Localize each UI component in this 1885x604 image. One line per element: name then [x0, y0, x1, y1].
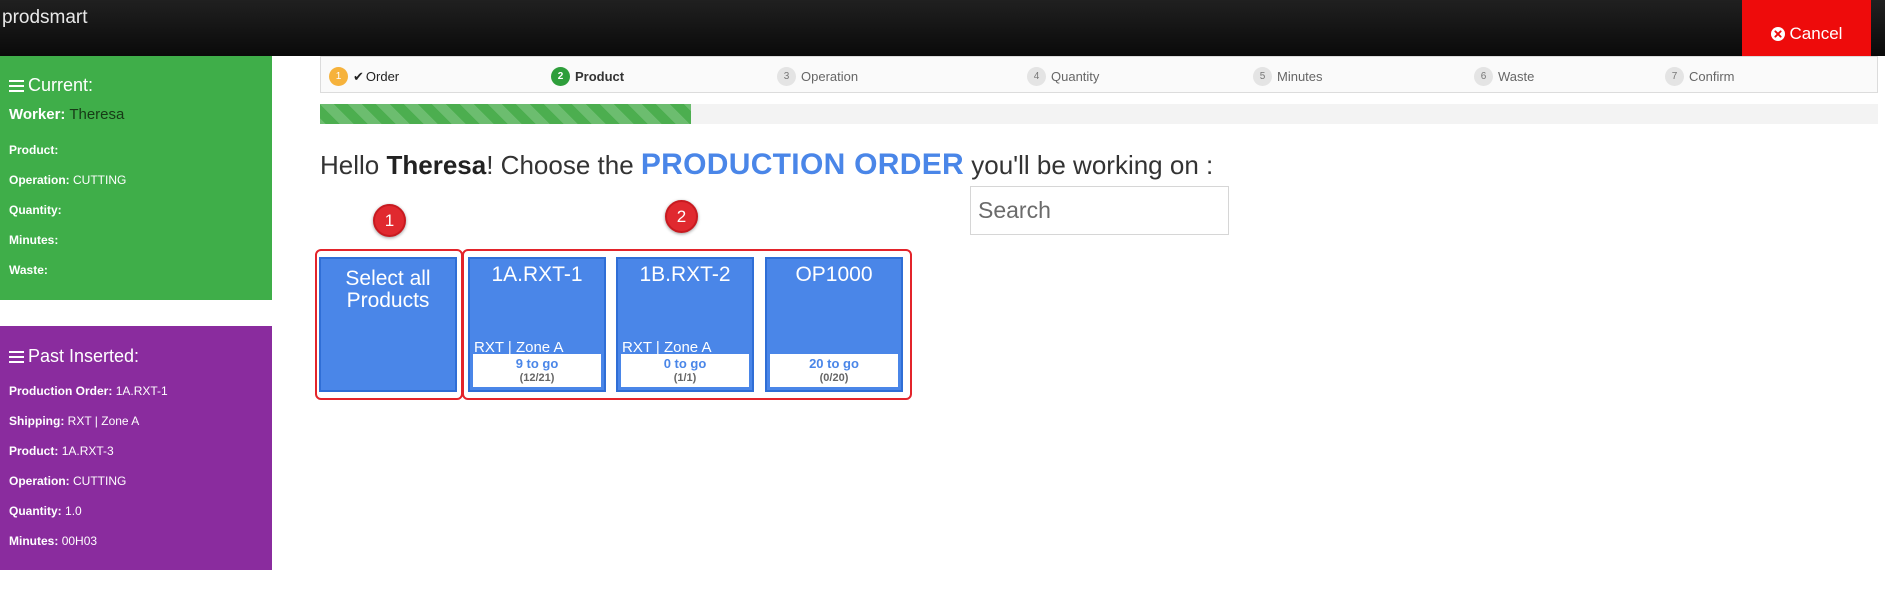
current-title-text: Current:	[28, 75, 94, 95]
step-product[interactable]: 2 Product	[551, 67, 624, 86]
worker-label: Worker:	[9, 106, 66, 123]
step-order[interactable]: 1 ✔ Order	[329, 67, 399, 86]
past-minutes-label: Minutes:	[9, 534, 59, 548]
past-operation: Operation: CUTTING	[9, 474, 126, 488]
order-card-togo: 20 to go	[809, 356, 859, 371]
step-waste-number: 6	[1474, 67, 1493, 86]
past-shipping: Shipping: RXT | Zone A	[9, 414, 139, 428]
step-product-label: Product	[575, 69, 625, 84]
order-card-count: (0/20)	[819, 372, 849, 384]
past-panel-title: Past Inserted:	[9, 346, 139, 367]
current-waste-label: Waste:	[9, 263, 48, 277]
past-minutes-value: 00H03	[61, 534, 98, 548]
past-quantity: Quantity: 1.0	[9, 504, 82, 518]
step-waste-label: Waste	[1498, 69, 1535, 84]
order-card-title: OP1000	[795, 263, 873, 286]
current-panel: Current: Worker: Theresa Product: Operat…	[0, 56, 272, 300]
page-heading: Hello Theresa! Choose the PRODUCTION ORD…	[320, 148, 1213, 182]
current-operation-value: CUTTING	[73, 173, 127, 187]
step-order-label: Order	[365, 69, 400, 84]
step-operation-number: 3	[777, 67, 796, 86]
past-shipping-value: RXT | Zone A	[67, 414, 140, 428]
past-quantity-label: Quantity:	[9, 504, 62, 518]
worker-value: Theresa	[69, 106, 125, 123]
past-title-text: Past Inserted:	[28, 346, 140, 366]
current-product-label: Product:	[9, 143, 59, 157]
past-production-order: Production Order: 1A.RXT-1	[9, 384, 168, 398]
heading-prefix: Hello	[320, 150, 387, 180]
progress-bar	[320, 104, 1878, 124]
step-quantity-label: Quantity	[1051, 69, 1100, 84]
past-minutes: Minutes: 00H03	[9, 534, 97, 548]
past-product: Product: 1A.RXT-3	[9, 444, 114, 458]
step-quantity: 4 Quantity	[1027, 67, 1099, 86]
heading-mid: ! Choose the	[486, 150, 641, 180]
select-all-products-button[interactable]: Select all Products	[319, 257, 457, 392]
order-card-title: 1A.RXT-1	[491, 263, 583, 286]
annotation-marker-1: 1	[373, 204, 406, 237]
order-card-togo: 9 to go	[515, 356, 559, 371]
cancel-button-label: Cancel	[1789, 24, 1843, 43]
brand-logo: prodsmart	[2, 7, 88, 28]
heading-worker-name: Theresa	[386, 150, 487, 180]
past-product-label: Product:	[9, 444, 59, 458]
times-circle-icon	[1770, 27, 1785, 41]
current-minutes-label: Minutes:	[9, 233, 59, 247]
step-minutes-label: Minutes	[1277, 69, 1323, 84]
current-waste: Waste:	[9, 263, 48, 277]
order-card-footer: 9 to go (12/21)	[473, 354, 601, 387]
past-production-order-value: 1A.RXT-1	[115, 384, 168, 398]
past-quantity-value: 1.0	[65, 504, 82, 518]
heading-highlight: PRODUCTION ORDER	[640, 148, 965, 181]
order-card[interactable]: OP1000 20 to go (0/20)	[765, 257, 903, 392]
cancel-button[interactable]: Cancel	[1742, 0, 1871, 56]
past-production-order-label: Production Order:	[9, 384, 113, 398]
step-operation: 3 Operation	[777, 67, 858, 86]
step-quantity-number: 4	[1027, 67, 1046, 86]
current-operation-label: Operation:	[9, 173, 70, 187]
order-card-togo: 0 to go	[663, 356, 707, 371]
current-minutes: Minutes:	[9, 233, 58, 247]
current-quantity-label: Quantity:	[9, 203, 62, 217]
step-operation-label: Operation	[801, 69, 859, 84]
step-product-number: 2	[551, 67, 570, 86]
step-minutes: 5 Minutes	[1253, 67, 1323, 86]
current-panel-title: Current:	[9, 75, 93, 96]
wizard-steps: 1 ✔ Order 2 Product 3 Operation 4 Quanti…	[320, 56, 1878, 93]
progress-bar-fill	[320, 104, 691, 124]
step-waste: 6 Waste	[1474, 67, 1534, 86]
step-confirm: 7 Confirm	[1665, 67, 1735, 86]
order-card-count: (12/21)	[519, 372, 555, 384]
step-confirm-number: 7	[1665, 67, 1684, 86]
order-card-footer: 20 to go (0/20)	[770, 354, 898, 387]
order-card-title: 1B.RXT-2	[639, 263, 731, 286]
current-worker: Worker: Theresa	[9, 106, 124, 123]
check-icon: ✔	[353, 68, 364, 84]
past-operation-value: CUTTING	[73, 474, 127, 488]
past-shipping-label: Shipping:	[9, 414, 65, 428]
top-bar: prodsmart Cancel	[0, 0, 1885, 56]
past-product-value: 1A.RXT-3	[61, 444, 114, 458]
order-card-count: (1/1)	[673, 372, 697, 384]
order-card-footer: 0 to go (1/1)	[621, 354, 749, 387]
current-product: Product:	[9, 143, 58, 157]
bars-icon	[9, 79, 24, 92]
heading-suffix: you'll be working on :	[964, 150, 1214, 180]
step-order-number: 1	[329, 67, 348, 86]
order-card[interactable]: 1B.RXT-2 RXT | Zone A 0 to go (1/1)	[616, 257, 754, 392]
past-operation-label: Operation:	[9, 474, 70, 488]
current-quantity: Quantity:	[9, 203, 62, 217]
current-operation: Operation: CUTTING	[9, 173, 126, 187]
order-card[interactable]: 1A.RXT-1 RXT | Zone A 9 to go (12/21)	[468, 257, 606, 392]
step-minutes-number: 5	[1253, 67, 1272, 86]
select-all-label: Select all Products	[345, 267, 431, 312]
bars-icon	[9, 350, 24, 363]
search-input[interactable]	[970, 186, 1229, 235]
past-inserted-panel: Past Inserted: Production Order: 1A.RXT-…	[0, 326, 272, 570]
annotation-marker-2: 2	[665, 200, 698, 233]
step-confirm-label: Confirm	[1689, 69, 1735, 84]
